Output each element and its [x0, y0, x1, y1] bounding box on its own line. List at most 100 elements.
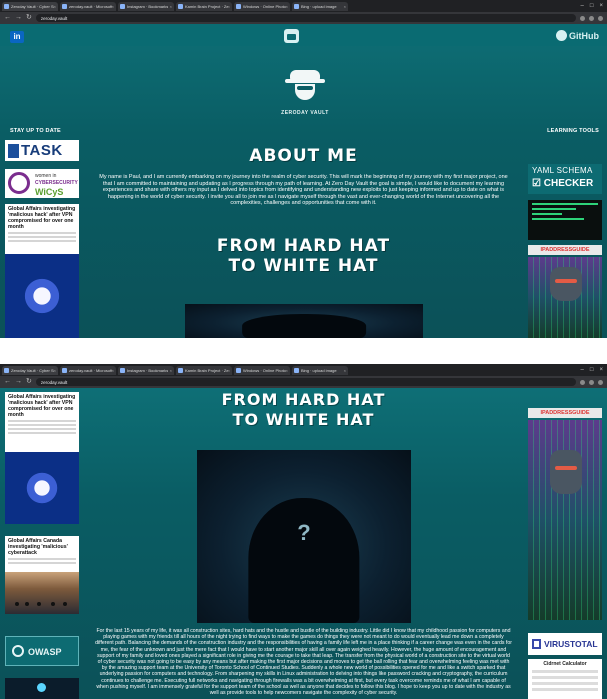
browser-tab-4[interactable]: Kamin Brain Project · Zeroday×: [176, 1, 232, 11]
close-window-icon[interactable]: ×: [599, 366, 603, 374]
robot-hacker-image: [528, 420, 602, 620]
browser-tab-3[interactable]: Instagram · Bookmarks ×: [118, 1, 174, 11]
hardhat-line1: FROM HARD HAT: [216, 236, 391, 256]
address-bar-row: ← → ↻ zeroday.vault: [0, 12, 607, 24]
url-text: zeroday.vault: [40, 379, 68, 385]
virustotal-logo-icon: [532, 639, 541, 649]
zeroday-logo-icon: [285, 70, 325, 108]
hardhat-line2: TO WHITE HAT: [228, 256, 379, 276]
browser-tab-5[interactable]: Windows · Online Photo Editor×: [234, 365, 290, 375]
news-card-vpn[interactable]: Global Affairs investigating 'malicious …: [5, 392, 79, 452]
extension-icon[interactable]: [580, 379, 585, 385]
close-tab-icon[interactable]: ×: [54, 368, 56, 373]
browser-tab-1[interactable]: Zeroday Vault · Cyber Security×: [2, 1, 58, 11]
extension-icon[interactable]: [580, 15, 585, 21]
github-link[interactable]: GitHub: [556, 30, 599, 41]
forward-arrow-icon[interactable]: →: [15, 13, 22, 23]
maximize-icon[interactable]: □: [590, 2, 594, 10]
task-card[interactable]: TASK: [5, 140, 79, 161]
back-arrow-icon[interactable]: ←: [4, 13, 11, 23]
browser-tab-2[interactable]: zeroday.vault · Microsoft Edge×: [60, 365, 116, 375]
conference-image: [5, 572, 79, 614]
robot-hacker-image: [528, 257, 602, 338]
forward-arrow-icon[interactable]: →: [15, 377, 22, 387]
extension-icon[interactable]: [589, 15, 594, 21]
tab-strip: Zeroday Vault · Cyber Security× zeroday.…: [0, 0, 607, 12]
close-window-icon[interactable]: ×: [599, 2, 603, 10]
hardhat-line1: FROM HARD HAT: [221, 390, 386, 409]
minimize-icon[interactable]: –: [581, 366, 584, 374]
back-arrow-icon[interactable]: ←: [4, 377, 11, 387]
close-tab-icon[interactable]: ×: [170, 4, 172, 9]
close-tab-icon[interactable]: ×: [286, 4, 288, 9]
page-body: in GitHub ZERODAY VAULT STAY UP TO DATE …: [0, 24, 607, 338]
extension-icons: [580, 15, 603, 21]
virustotal-card[interactable]: VIRUSTOTAL: [528, 633, 602, 655]
profile-icon[interactable]: [598, 379, 603, 385]
favicon-icon: [120, 3, 125, 9]
url-input[interactable]: zeroday.vault: [35, 378, 576, 386]
extension-icons: [580, 379, 603, 385]
logo-text: ZERODAY VAULT: [281, 110, 329, 116]
hardhat-heading: FROM HARD HAT TO WHITE HAT: [100, 236, 507, 276]
cidr-title: Cidrnet Calculator: [543, 661, 587, 667]
close-tab-icon[interactable]: ×: [344, 368, 346, 373]
favicon-icon: [62, 367, 67, 373]
minimize-icon[interactable]: –: [581, 2, 584, 10]
close-tab-icon[interactable]: ×: [112, 4, 114, 9]
virustotal-label: VIRUSTOTAL: [544, 639, 598, 649]
wicys-card[interactable]: women in CYBERSECURITY WiCyS: [5, 169, 79, 198]
news-headline: Global Affairs investigating 'malicious …: [8, 206, 76, 230]
wicys-line2: CYBERSECURITY: [35, 180, 78, 186]
tab-title: Kamin Brain Project · Zeroday: [185, 367, 228, 373]
maximize-icon[interactable]: □: [590, 366, 594, 374]
cidr-calculator-card[interactable]: Cidrnet Calculator: [528, 659, 602, 699]
close-tab-icon[interactable]: ×: [54, 4, 56, 9]
browser-tab-4[interactable]: Kamin Brain Project · Zeroday×: [176, 365, 232, 375]
close-tab-icon[interactable]: ×: [112, 368, 114, 373]
stay-up-to-date-heading: STAY UP TO DATE: [10, 128, 61, 134]
browser-tab-1[interactable]: Zeroday Vault · Cyber Security×: [2, 365, 58, 375]
tab-title: zeroday.vault · Microsoft Edge: [69, 367, 112, 373]
owasp-card[interactable]: OWASP: [5, 636, 79, 666]
favicon-icon: [178, 367, 183, 373]
tab-strip: Zeroday Vault · Cyber Security× zeroday.…: [0, 364, 607, 376]
owasp-label: OWASP: [28, 647, 62, 657]
close-tab-icon[interactable]: ×: [228, 368, 230, 373]
site-header: in GitHub: [0, 24, 607, 46]
address-bar-row: ← → ↻ zeroday.vault: [0, 376, 607, 388]
news-card-vpn[interactable]: Global Affairs investigating 'malicious …: [5, 204, 79, 254]
browser-tab-6[interactable]: Bing · upload image ×: [292, 365, 348, 375]
favicon-icon: [178, 3, 183, 9]
tab-title: Kamin Brain Project · Zeroday: [185, 3, 228, 9]
code-tool-card[interactable]: [528, 200, 602, 240]
yaml-line1: YAML SCHEMA: [532, 166, 593, 175]
github-icon: [556, 30, 567, 41]
close-tab-icon[interactable]: ×: [228, 4, 230, 9]
tab-title: Instagram · Bookmarks: [127, 367, 169, 373]
task-logo-icon: [8, 143, 19, 158]
reload-icon[interactable]: ↻: [26, 377, 32, 387]
yaml-checker-card[interactable]: YAML SCHEMA ☑ CHECKER: [528, 164, 602, 194]
favicon-icon: [4, 367, 9, 373]
browser-tab-5[interactable]: Windows · Online Photo Editor×: [234, 1, 290, 11]
browser-tab-6[interactable]: Bing · upload image ×: [292, 1, 348, 11]
linkedin-icon[interactable]: in: [10, 31, 24, 43]
close-tab-icon[interactable]: ×: [286, 368, 288, 373]
home-icon[interactable]: [284, 29, 299, 43]
ipaddressguide-banner[interactable]: IPADDRESSGUIDE: [528, 245, 602, 255]
news-card-cyberattack[interactable]: Global Affairs Canada investigating 'mal…: [5, 536, 79, 572]
url-input[interactable]: zeroday.vault: [35, 14, 576, 22]
browser-tab-3[interactable]: Instagram · Bookmarks ×: [118, 365, 174, 375]
favicon-icon: [236, 367, 241, 373]
browser-tab-2[interactable]: zeroday.vault · Microsoft Edge×: [60, 1, 116, 11]
profile-icon[interactable]: [598, 15, 603, 21]
close-tab-icon[interactable]: ×: [344, 4, 346, 9]
favicon-icon: [62, 3, 67, 9]
reload-icon[interactable]: ↻: [26, 13, 32, 23]
close-tab-icon[interactable]: ×: [170, 368, 172, 373]
ipaddressguide-banner[interactable]: IPADDRESSGUIDE: [528, 408, 602, 418]
tab-title: zeroday.vault · Microsoft Edge: [69, 3, 112, 9]
extension-icon[interactable]: [589, 379, 594, 385]
tab-title: Instagram · Bookmarks: [127, 3, 169, 9]
